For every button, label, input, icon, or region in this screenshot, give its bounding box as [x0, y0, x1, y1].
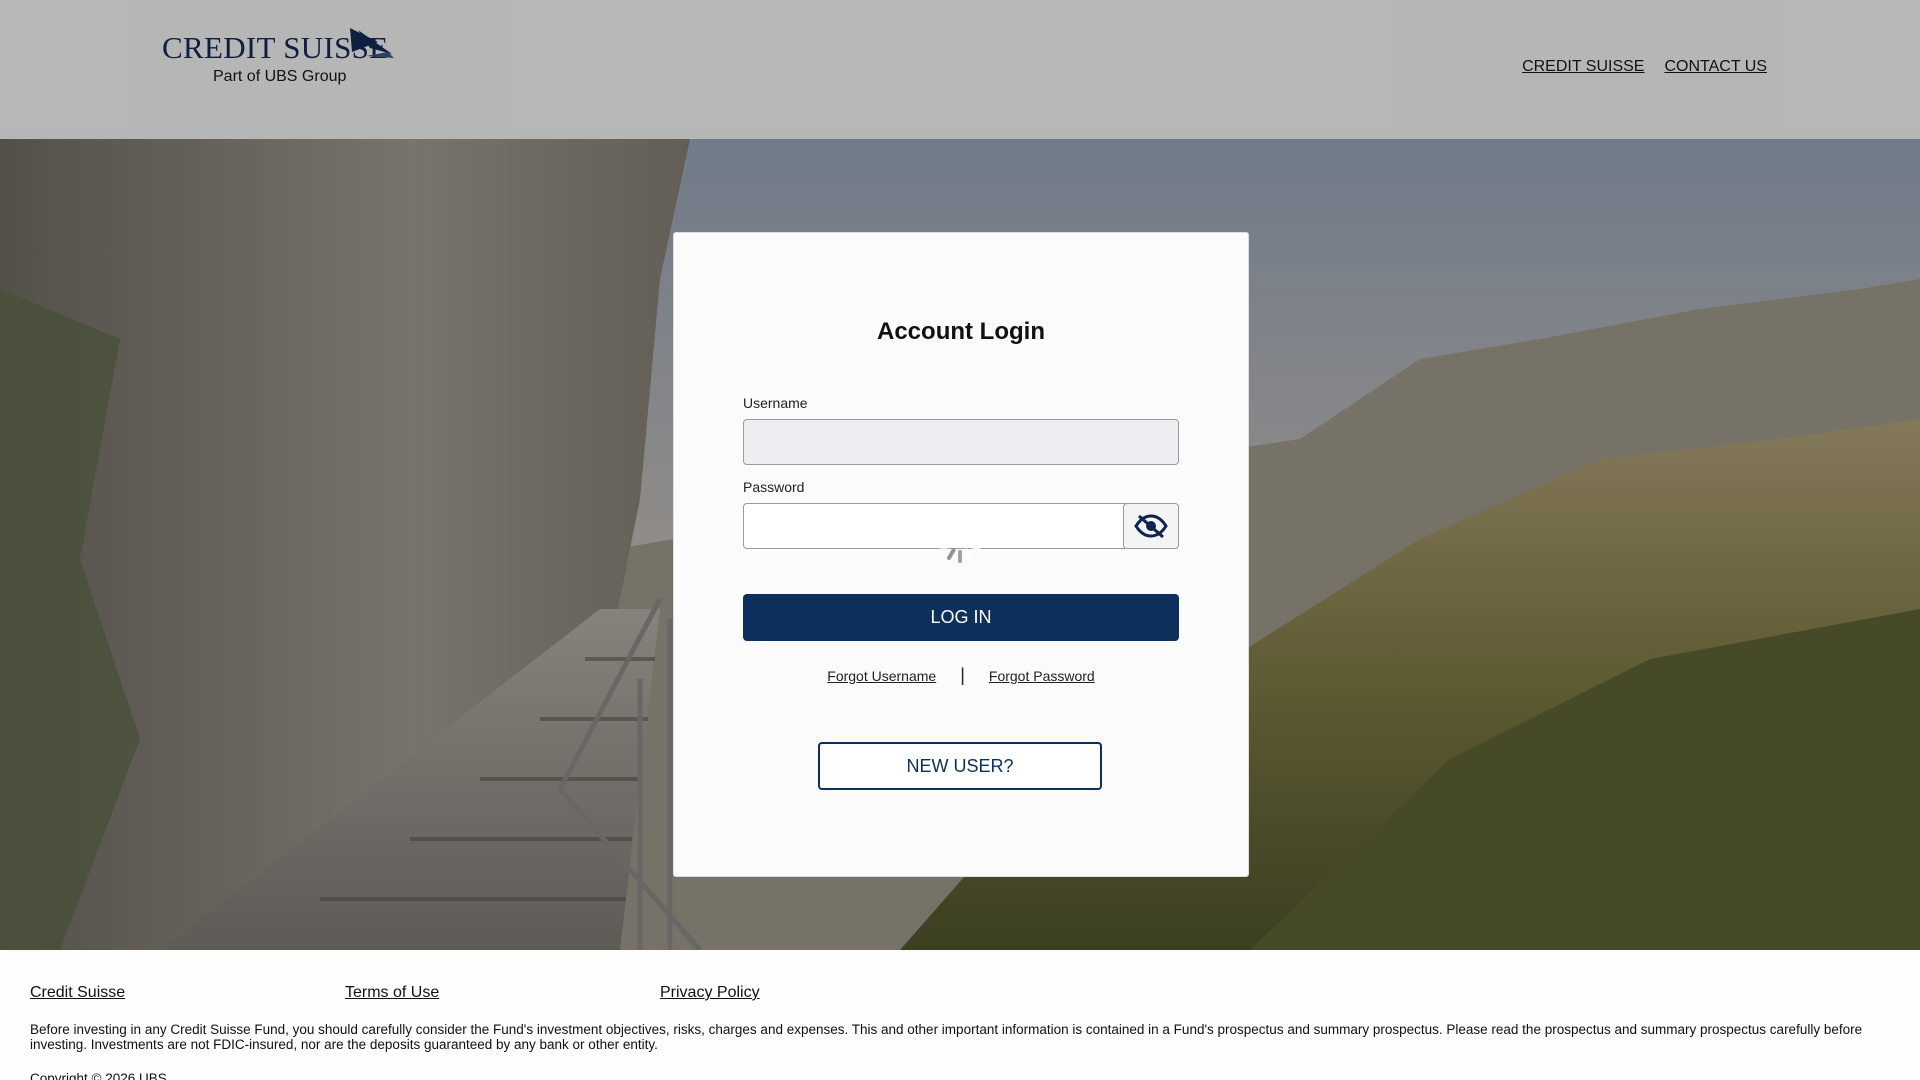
eye-slash-icon [1134, 514, 1168, 538]
log-in-button[interactable]: LOG IN [743, 594, 1179, 641]
footer-credit-suisse-link[interactable]: Credit Suisse [30, 984, 125, 1002]
link-separator: | [960, 665, 965, 685]
fund-disclaimer: Before investing in any Credit Suisse Fu… [30, 1022, 1863, 1052]
username-input[interactable] [743, 419, 1179, 465]
credit-suisse-logo[interactable]: CREDIT SUISSE Part of UBS Group [158, 24, 402, 94]
logo-subtitle: Part of UBS Group [213, 68, 347, 85]
new-user-button[interactable]: NEW USER? [818, 742, 1102, 790]
nav-contact-us-link[interactable]: CONTACT US [1664, 58, 1767, 76]
forgot-links: Forgot Username | Forgot Password [674, 665, 1248, 686]
footer-terms-of-use-link[interactable]: Terms of Use [345, 984, 439, 1002]
site-header: CREDIT SUISSE Part of UBS Group CREDIT S… [0, 0, 1920, 139]
nav-credit-suisse-link[interactable]: CREDIT SUISSE [1522, 58, 1644, 76]
password-input[interactable] [743, 503, 1125, 549]
top-nav: CREDIT SUISSE CONTACT US [1522, 58, 1767, 76]
loading-spinner-icon [936, 515, 984, 563]
copyright-text: Copyright © 2026 UBS [30, 1071, 167, 1080]
login-title: Account Login [877, 318, 1045, 345]
site-footer: Credit Suisse Terms of Use Privacy Polic… [0, 950, 1920, 1080]
footer-privacy-policy-link[interactable]: Privacy Policy [660, 984, 760, 1002]
forgot-username-link[interactable]: Forgot Username [827, 668, 936, 684]
sails-logo-icon [350, 28, 394, 58]
toggle-password-visibility-button[interactable] [1123, 503, 1179, 549]
password-label: Password [743, 479, 805, 495]
forgot-password-link[interactable]: Forgot Password [989, 668, 1095, 684]
username-label: Username [743, 395, 808, 411]
